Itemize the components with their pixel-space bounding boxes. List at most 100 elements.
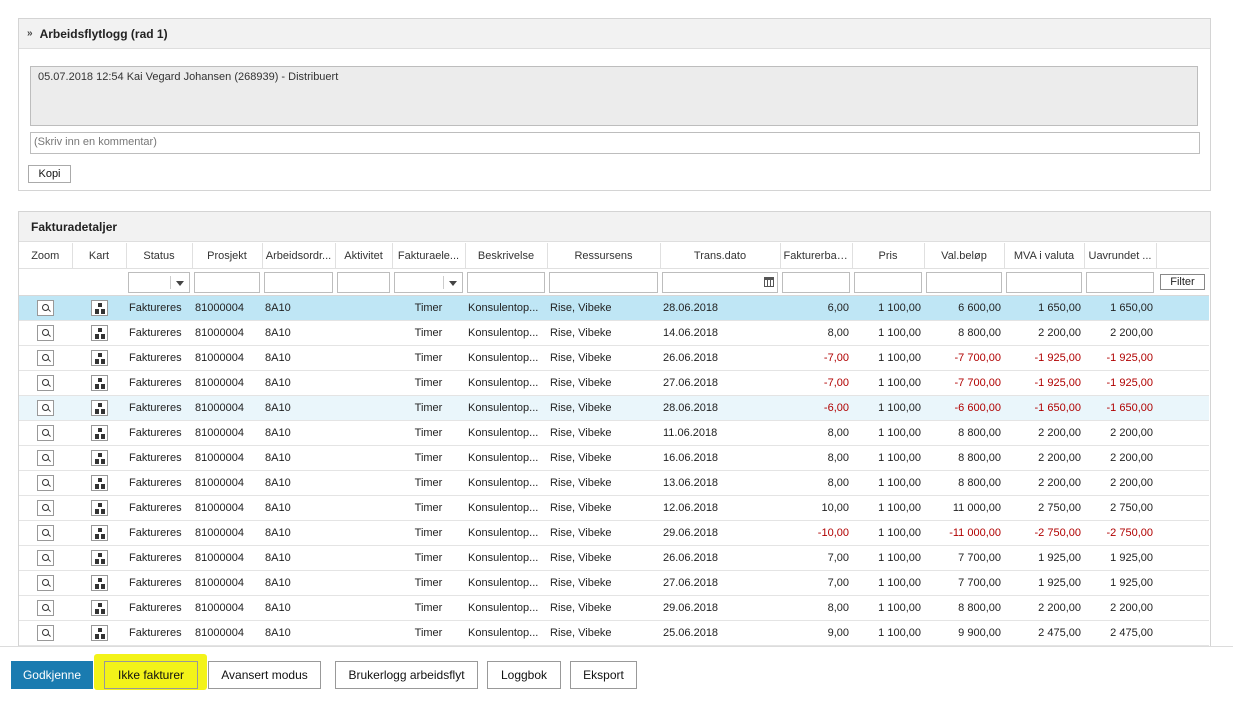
invoice-element-filter[interactable]: [394, 271, 463, 293]
comment-placeholder: (Skriv inn en kommentar): [34, 136, 157, 148]
tree-icon[interactable]: [90, 400, 108, 416]
work-order-cell: 8A10: [262, 420, 335, 446]
magnifier-icon[interactable]: [37, 375, 54, 391]
blank-cell: [1156, 545, 1209, 571]
col-header-unrounded[interactable]: Uavrundet ...: [1084, 243, 1157, 269]
col-header-description[interactable]: Beskrivelse: [465, 243, 548, 269]
col-header-price[interactable]: Pris: [852, 243, 925, 269]
activity-filter[interactable]: [337, 271, 390, 293]
zoom-cell: [19, 345, 72, 371]
export-button[interactable]: Eksport: [570, 661, 637, 689]
description-cell: Konsulentop...: [465, 395, 547, 421]
table-row[interactable]: Faktureres 81000004 8A10 Timer Konsulentop..…: [19, 570, 1209, 596]
magnifier-icon[interactable]: [37, 600, 54, 616]
col-header-vat[interactable]: MVA i valuta: [1004, 243, 1085, 269]
col-header-project[interactable]: Prosjekt: [192, 243, 263, 269]
resource-filter[interactable]: [549, 271, 658, 293]
table-row[interactable]: Faktureres 81000004 8A10 Timer Konsulentop..…: [19, 370, 1209, 396]
comment-input[interactable]: (Skriv inn en kommentar): [30, 132, 1200, 154]
col-header-invoice-element[interactable]: Fakturaele...: [392, 243, 466, 269]
blank-cell: [1156, 470, 1209, 496]
magnifier-icon[interactable]: [37, 475, 54, 491]
tree-icon[interactable]: [90, 450, 108, 466]
magnifier-icon[interactable]: [37, 450, 54, 466]
col-header-amount[interactable]: Val.beløp: [924, 243, 1005, 269]
table-row[interactable]: Faktureres 81000004 8A10 Timer Konsulentop..…: [19, 395, 1209, 421]
invoice-details-panel: Fakturadetaljer Zoom Kart Status Prosjek…: [18, 211, 1211, 651]
status-filter[interactable]: [128, 271, 190, 293]
chevron-double-up-icon[interactable]: »: [27, 28, 33, 39]
table-row[interactable]: Faktureres 81000004 8A10 Timer Konsulentop..…: [19, 345, 1209, 371]
table-row[interactable]: Faktureres 81000004 8A10 Timer Konsulentop..…: [19, 470, 1209, 496]
tree-icon[interactable]: [90, 300, 108, 316]
table-row[interactable]: Faktureres 81000004 8A10 Timer Konsulentop..…: [19, 420, 1209, 446]
work-order-cell: 8A10: [262, 470, 335, 496]
tree-icon[interactable]: [90, 600, 108, 616]
col-header-zoom[interactable]: Zoom: [19, 243, 73, 269]
tree-icon[interactable]: [90, 525, 108, 541]
copy-button[interactable]: Kopi: [28, 165, 71, 183]
table-row[interactable]: Faktureres 81000004 8A10 Timer Konsulentop..…: [19, 320, 1209, 346]
project-cell: 81000004: [192, 370, 262, 396]
work-order-filter[interactable]: [264, 271, 333, 293]
do-not-invoice-button[interactable]: Ikke fakturer: [104, 661, 198, 689]
col-header-resource[interactable]: Ressursens: [547, 243, 661, 269]
magnifier-icon[interactable]: [37, 575, 54, 591]
trans-date-filter[interactable]: [662, 271, 778, 293]
table-row[interactable]: Faktureres 81000004 8A10 Timer Konsulentop..…: [19, 520, 1209, 546]
tree-icon[interactable]: [90, 425, 108, 441]
project-filter[interactable]: [194, 271, 260, 293]
resource-cell: Rise, Vibeke: [547, 470, 660, 496]
magnifier-icon[interactable]: [37, 300, 54, 316]
table-row[interactable]: Faktureres 81000004 8A10 Timer Konsulentop..…: [19, 620, 1209, 646]
advanced-mode-button[interactable]: Avansert modus: [208, 661, 321, 689]
magnifier-icon[interactable]: [37, 625, 54, 641]
approve-button[interactable]: Godkjenne: [11, 661, 93, 689]
billable-cell: -10,00: [780, 520, 852, 546]
billable-filter[interactable]: [782, 271, 850, 293]
col-header-activity[interactable]: Aktivitet: [335, 243, 393, 269]
magnifier-icon[interactable]: [37, 400, 54, 416]
description-cell: Konsulentop...: [465, 470, 547, 496]
col-header-billable[interactable]: Fakturerbar...: [780, 243, 853, 269]
blank-cell: [1156, 620, 1209, 646]
workflow-log-header[interactable]: » Arbeidsflytlogg (rad 1): [19, 19, 1210, 49]
magnifier-icon[interactable]: [37, 525, 54, 541]
tree-icon[interactable]: [90, 550, 108, 566]
magnifier-icon[interactable]: [37, 425, 54, 441]
unrounded-filter[interactable]: [1086, 271, 1154, 293]
magnifier-icon[interactable]: [37, 350, 54, 366]
status-cell: Faktureres: [126, 620, 192, 646]
amount-filter[interactable]: [926, 271, 1002, 293]
magnifier-icon[interactable]: [37, 325, 54, 341]
logbook-button[interactable]: Loggbok: [487, 661, 561, 689]
magnifier-icon[interactable]: [37, 500, 54, 516]
trans-date-cell: 12.06.2018: [660, 495, 780, 521]
description-filter[interactable]: [467, 271, 545, 293]
tree-icon[interactable]: [90, 625, 108, 641]
table-row[interactable]: Faktureres 81000004 8A10 Timer Konsulentop..…: [19, 495, 1209, 521]
tree-icon[interactable]: [90, 475, 108, 491]
vat-filter[interactable]: [1006, 271, 1082, 293]
tree-icon[interactable]: [90, 575, 108, 591]
magnifier-icon[interactable]: [37, 550, 54, 566]
map-cell: [72, 445, 126, 471]
table-row[interactable]: Faktureres 81000004 8A10 Timer Konsulentop..…: [19, 545, 1209, 571]
tree-icon[interactable]: [90, 350, 108, 366]
vat-cell: 2 200,00: [1004, 420, 1084, 446]
col-header-trans-date[interactable]: Trans.dato: [660, 243, 781, 269]
col-header-map[interactable]: Kart: [72, 243, 127, 269]
table-row[interactable]: Faktureres 81000004 8A10 Timer Konsulentop..…: [19, 595, 1209, 621]
table-row[interactable]: Faktureres 81000004 8A10 Timer Konsulentop..…: [19, 445, 1209, 471]
work-order-cell: 8A10: [262, 520, 335, 546]
tree-icon[interactable]: [90, 375, 108, 391]
col-header-status[interactable]: Status: [126, 243, 193, 269]
price-filter[interactable]: [854, 271, 922, 293]
tree-icon[interactable]: [90, 500, 108, 516]
tree-icon[interactable]: [90, 325, 108, 341]
user-log-button[interactable]: Brukerlogg arbeidsflyt: [335, 661, 478, 689]
table-row[interactable]: Faktureres 81000004 8A10 Timer Konsulentop..…: [19, 295, 1209, 321]
col-header-work-order[interactable]: Arbeidsordr...: [262, 243, 336, 269]
work-order-cell: 8A10: [262, 570, 335, 596]
filter-button[interactable]: Filter: [1160, 274, 1205, 290]
